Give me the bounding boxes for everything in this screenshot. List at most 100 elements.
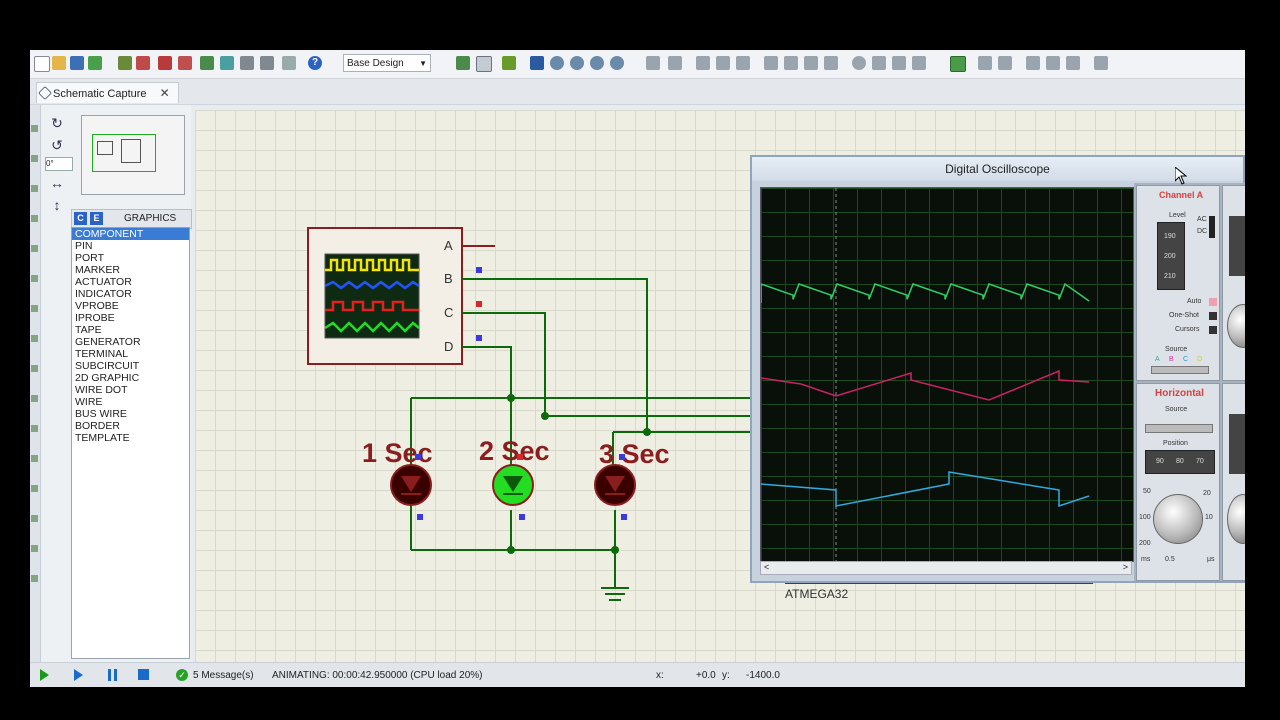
origin-icon[interactable]: [502, 56, 516, 70]
packaging-tool-icon[interactable]: [892, 56, 906, 70]
new-file-icon[interactable]: [34, 56, 50, 72]
channel-c-knob[interactable]: [1227, 494, 1245, 544]
led-1[interactable]: [390, 464, 432, 506]
pan-icon[interactable]: [530, 56, 544, 70]
home-icon[interactable]: [118, 56, 132, 70]
search-tag-icon[interactable]: [978, 56, 992, 70]
tab-schematic-capture[interactable]: Schematic Capture ✕: [36, 82, 179, 103]
chevron-right-icon[interactable]: >: [1123, 562, 1128, 572]
pause-icon[interactable]: [108, 669, 117, 681]
component-mode-icon[interactable]: [31, 155, 38, 162]
graphics-mode-item[interactable]: MARKER: [72, 264, 189, 276]
bom-icon[interactable]: [220, 56, 234, 70]
box-icon[interactable]: [31, 575, 38, 582]
block-move-icon[interactable]: [784, 56, 798, 70]
property-assignment-icon[interactable]: [998, 56, 1012, 70]
trigger-source-slider[interactable]: [1151, 366, 1209, 374]
remove-sheet-icon[interactable]: [1046, 56, 1060, 70]
mirror-horizontal-icon[interactable]: ↔: [47, 173, 67, 193]
trigger-source-a[interactable]: A: [1155, 356, 1160, 363]
undo-icon[interactable]: [646, 56, 660, 70]
zoom-in-icon[interactable]: [550, 56, 564, 70]
graphics-mode-item[interactable]: WIRE: [72, 396, 189, 408]
grid-icon[interactable]: [476, 56, 492, 72]
copy-icon[interactable]: [716, 56, 730, 70]
voltage-probe-icon[interactable]: [31, 485, 38, 492]
line-icon[interactable]: [31, 545, 38, 552]
coupling-switch[interactable]: [1209, 216, 1215, 238]
junction-dot-icon[interactable]: [31, 185, 38, 192]
graphics-mode-item[interactable]: ACTUATOR: [72, 276, 189, 288]
subcircuit-icon[interactable]: [31, 305, 38, 312]
horizontal-source-slider[interactable]: [1145, 424, 1213, 433]
wire-autorouter-icon[interactable]: [950, 56, 966, 72]
trigger-source-d[interactable]: D: [1197, 356, 1202, 363]
zoom-all-icon[interactable]: [590, 56, 604, 70]
bus-icon[interactable]: [31, 275, 38, 282]
exit-to-parent-icon[interactable]: [1066, 56, 1080, 70]
channel-b-dial[interactable]: [1229, 216, 1245, 276]
trigger-source-c[interactable]: C: [1183, 356, 1188, 363]
graphics-mode-item[interactable]: BUS WIRE: [72, 408, 189, 420]
paste-icon[interactable]: [736, 56, 750, 70]
design-explorer-icon[interactable]: [240, 56, 254, 70]
decompose-icon[interactable]: [912, 56, 926, 70]
led-2[interactable]: [492, 464, 534, 506]
graph-icon[interactable]: [31, 395, 38, 402]
graphics-mode-item[interactable]: TEMPLATE: [72, 432, 189, 444]
device-pins-icon[interactable]: [31, 365, 38, 372]
block-copy-icon[interactable]: [764, 56, 778, 70]
import-icon[interactable]: [88, 56, 102, 70]
chevron-left-icon[interactable]: <: [764, 562, 769, 572]
tape-recorder-icon[interactable]: [31, 425, 38, 432]
rotation-field[interactable]: 0°: [45, 157, 73, 171]
cut-icon[interactable]: [696, 56, 710, 70]
zoom-out-icon[interactable]: [570, 56, 584, 70]
text-script-icon[interactable]: [31, 245, 38, 252]
terminals-icon[interactable]: [31, 335, 38, 342]
oscilloscope-hscroll[interactable]: < >: [760, 561, 1132, 575]
redo-icon[interactable]: [668, 56, 682, 70]
refresh-icon[interactable]: [456, 56, 470, 70]
play-icon[interactable]: [40, 669, 49, 681]
save-icon[interactable]: [70, 56, 84, 70]
channel-c-dial[interactable]: [1229, 414, 1245, 474]
led-3[interactable]: [594, 464, 636, 506]
graphics-mode-item[interactable]: PIN: [72, 240, 189, 252]
c-mode-button[interactable]: C: [74, 212, 87, 225]
graphics-mode-item[interactable]: BORDER: [72, 420, 189, 432]
channel-b-knob[interactable]: [1227, 304, 1245, 348]
help-icon[interactable]: ?: [308, 56, 322, 70]
graphics-mode-item[interactable]: 2D GRAPHIC: [72, 372, 189, 384]
selection-mode-icon[interactable]: [31, 125, 38, 132]
new-sheet-icon[interactable]: [1026, 56, 1040, 70]
graphics-mode-item[interactable]: PORT: [72, 252, 189, 264]
graphics-mode-item[interactable]: TAPE: [72, 324, 189, 336]
rotate-anticlockwise-icon[interactable]: ↺: [47, 135, 67, 155]
design-selector[interactable]: Base Design ▼: [343, 54, 431, 72]
graphics-mode-item[interactable]: WIRE DOT: [72, 384, 189, 396]
block-delete-icon[interactable]: [824, 56, 838, 70]
generator-icon[interactable]: [31, 455, 38, 462]
virtual-instruments-icon[interactable]: [31, 515, 38, 522]
graphics-mode-item[interactable]: VPROBE: [72, 300, 189, 312]
position-dial[interactable]: 90 80 70: [1145, 450, 1215, 474]
rotate-clockwise-icon[interactable]: ↻: [47, 113, 67, 133]
oscilloscope-title[interactable]: Digital Oscilloscope: [752, 157, 1243, 181]
trigger-source-b[interactable]: B: [1169, 356, 1174, 363]
close-icon[interactable]: ✕: [160, 86, 170, 100]
messages-count[interactable]: 5 Message(s): [193, 670, 254, 681]
graphics-mode-item[interactable]: GENERATOR: [72, 336, 189, 348]
3d-view-icon[interactable]: [178, 56, 192, 70]
graphics-mode-item[interactable]: SUBCIRCUIT: [72, 360, 189, 372]
graphics-mode-item[interactable]: COMPONENT: [72, 228, 189, 240]
pcb-icon[interactable]: [158, 56, 172, 70]
zoom-area-icon[interactable]: [610, 56, 624, 70]
wire-label-icon[interactable]: [31, 215, 38, 222]
schematic-icon[interactable]: [136, 56, 150, 70]
make-device-icon[interactable]: [872, 56, 886, 70]
timebase-knob[interactable]: [1153, 494, 1203, 544]
step-icon[interactable]: [74, 669, 83, 681]
level-dial[interactable]: 190 200 210: [1157, 222, 1185, 290]
one-shot-toggle[interactable]: [1209, 312, 1217, 320]
